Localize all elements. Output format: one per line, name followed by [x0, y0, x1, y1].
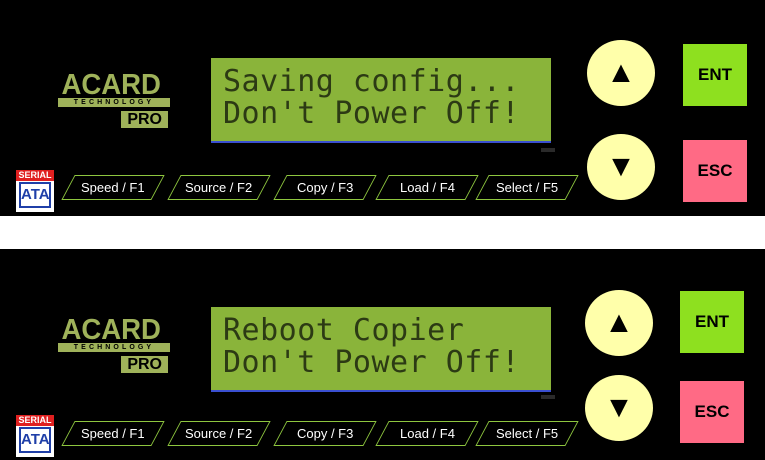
up-button[interactable]: ▲ [585, 290, 653, 356]
sata-serial-label: SERIAL [16, 415, 54, 426]
duplicator-panel-2: ACARD TECHNOLOGY PRO Reboot Copier Don't… [0, 249, 765, 460]
logo-brand: ACARD [61, 314, 161, 346]
enter-button[interactable]: ENT [680, 291, 744, 353]
down-triangle-icon: ▼ [604, 391, 634, 424]
escape-button[interactable]: ESC [680, 381, 744, 443]
source-f2-button[interactable]: Source / F2 [167, 421, 271, 446]
fkey-label: Load / F4 [399, 426, 455, 441]
sata-serial-label: SERIAL [16, 170, 54, 181]
sata-ata-label: ATA [19, 427, 51, 453]
load-f4-button[interactable]: Load / F4 [375, 421, 479, 446]
lcd-line-2: Don't Power Off! [223, 96, 520, 131]
load-f4-button[interactable]: Load / F4 [375, 175, 479, 200]
fkey-label: Copy / F3 [296, 426, 354, 441]
fkey-label: Load / F4 [399, 180, 455, 195]
fkey-label: Select / F5 [495, 426, 559, 441]
logo-edition: PRO [121, 356, 168, 373]
logo-brand: ACARD [61, 69, 161, 101]
serial-ata-logo: SERIAL ATA [16, 170, 54, 212]
speed-f1-button[interactable]: Speed / F1 [61, 175, 165, 200]
up-triangle-icon: ▲ [604, 306, 634, 339]
down-button[interactable]: ▼ [585, 375, 653, 441]
source-f2-button[interactable]: Source / F2 [167, 175, 271, 200]
fkey-label: Speed / F1 [81, 180, 145, 195]
lcd-line-1: Saving config... [223, 64, 520, 99]
up-button[interactable]: ▲ [587, 40, 655, 106]
enter-button[interactable]: ENT [683, 44, 747, 106]
lcd-display: Saving config... Don't Power Off! [211, 58, 551, 143]
select-f5-button[interactable]: Select / F5 [475, 421, 579, 446]
down-button[interactable]: ▼ [587, 134, 655, 200]
lcd-line-1: Reboot Copier [223, 313, 465, 348]
escape-button[interactable]: ESC [683, 140, 747, 202]
sata-ata-label: ATA [19, 182, 51, 208]
fkey-label: Source / F2 [185, 180, 253, 195]
fkey-label: Select / F5 [495, 180, 559, 195]
logo-edition: PRO [121, 111, 168, 128]
fkey-label: Copy / F3 [296, 180, 354, 195]
fkey-label: Source / F2 [185, 426, 253, 441]
serial-ata-logo: SERIAL ATA [16, 415, 54, 457]
copy-f3-button[interactable]: Copy / F3 [273, 421, 377, 446]
copy-f3-button[interactable]: Copy / F3 [273, 175, 377, 200]
lcd-line-2: Don't Power Off! [223, 345, 520, 380]
lcd-connector [541, 395, 555, 399]
speed-f1-button[interactable]: Speed / F1 [61, 421, 165, 446]
up-triangle-icon: ▲ [606, 56, 636, 89]
down-triangle-icon: ▼ [606, 150, 636, 183]
fkey-label: Speed / F1 [81, 426, 145, 441]
duplicator-panel-1: ACARD TECHNOLOGY PRO Saving config... Do… [0, 0, 765, 216]
acard-logo: ACARD TECHNOLOGY PRO [58, 314, 170, 373]
lcd-connector [541, 148, 555, 152]
select-f5-button[interactable]: Select / F5 [475, 175, 579, 200]
acard-logo: ACARD TECHNOLOGY PRO [58, 69, 170, 128]
lcd-display: Reboot Copier Don't Power Off! [211, 307, 551, 392]
